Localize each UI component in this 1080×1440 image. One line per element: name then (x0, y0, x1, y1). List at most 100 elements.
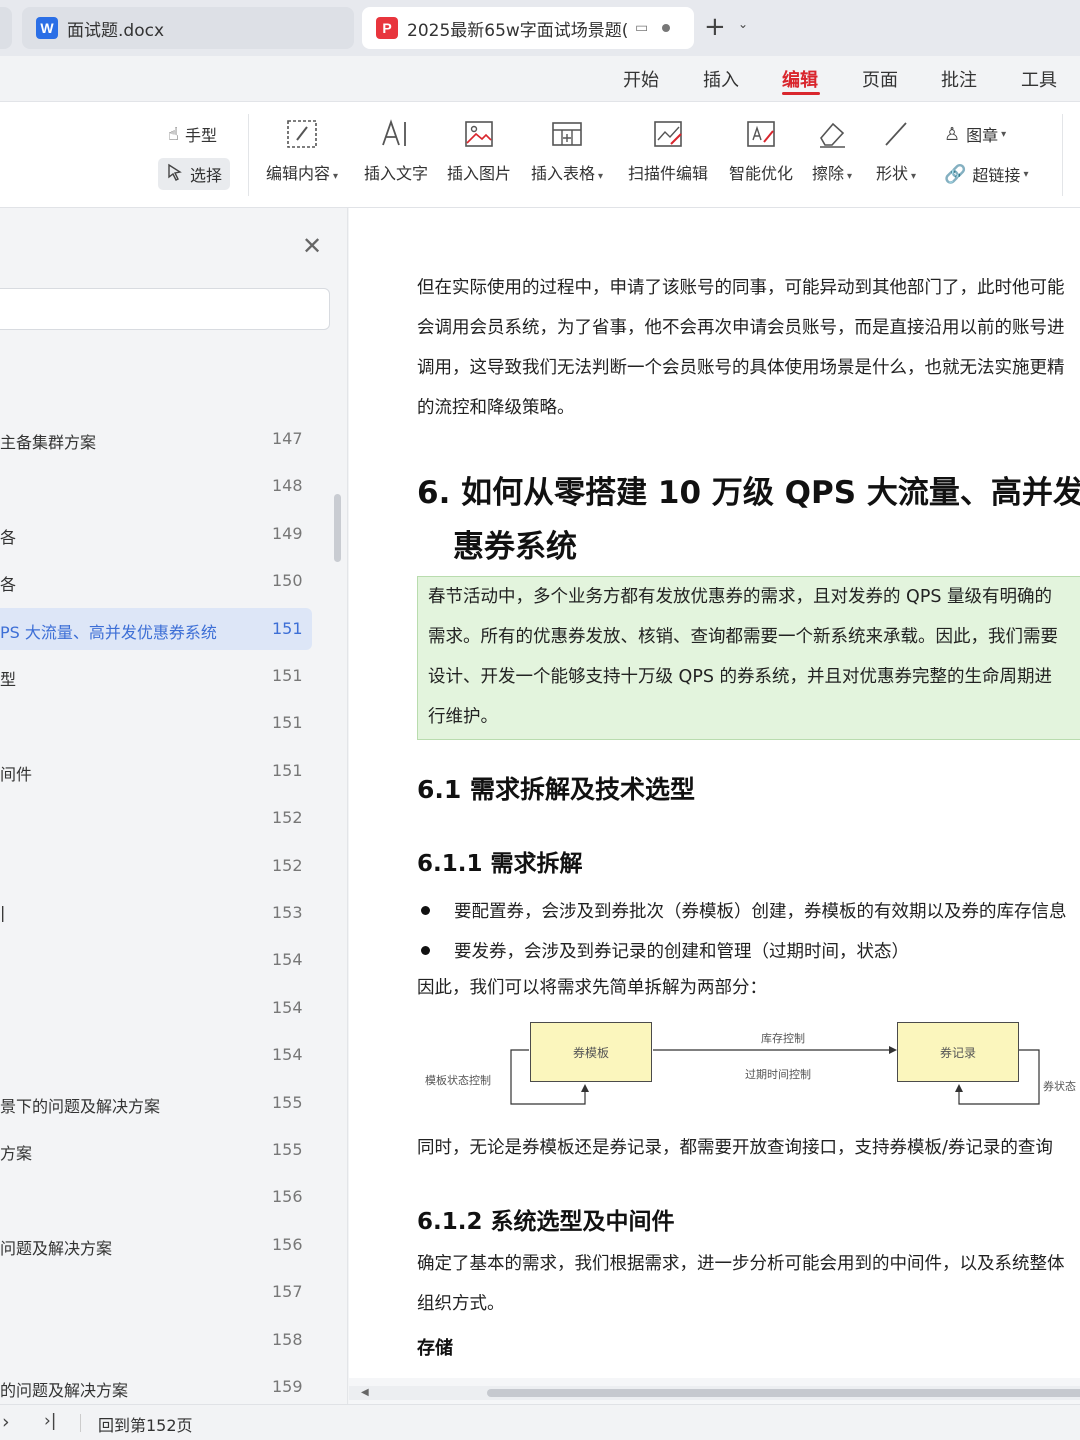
outline-item-label: 主备集群方案 (0, 433, 97, 452)
last-page-icon[interactable]: ›| (44, 1411, 57, 1431)
smart-optimize-button[interactable]: 智能优化 (729, 116, 793, 184)
outline-item-page: 148 (272, 476, 303, 496)
paragraph-line: 因此，我们可以将需求先简单拆解为两部分： (417, 978, 767, 998)
paragraph-line: 但在实际使用的过程中，申请了该账号的同事，可能异动到其他部门了，此时他可能 (417, 278, 1065, 298)
menu-comment[interactable]: 批注 (941, 66, 977, 92)
outline-item-label: 各 (0, 575, 17, 595)
outline-search-input[interactable] (0, 288, 330, 330)
outline-item-page: 151 (272, 618, 303, 638)
heading-level3: 6.1.1 需求拆解 (417, 851, 583, 877)
outline-item-label: | (0, 903, 6, 922)
eraser-icon (812, 116, 852, 152)
tab-pdf[interactable]: P 2025最新65w字面试场景题(1 ▭ (362, 7, 694, 49)
shape-label: 形状 (876, 164, 909, 183)
stamp-button[interactable]: ♙ 图章 ▾ (936, 118, 1014, 150)
tab-title: 面试题.docx (67, 20, 165, 41)
outline-item[interactable]: 主备集群方案 147 (0, 418, 312, 460)
paragraph-line: 同时，无论是券模板还是券记录，都需要开放查询接口，支持券模板/券记录的查询 (417, 1138, 1053, 1158)
outline-item[interactable]: 154 (0, 987, 312, 1029)
outline-item-label: 方案 (0, 1144, 33, 1163)
new-tab-plus-icon[interactable]: + (704, 12, 726, 42)
outline-item[interactable]: 152 (0, 845, 312, 887)
outline-item[interactable]: | 153 (0, 892, 312, 934)
shape-button[interactable]: 形状 ▾ (876, 116, 916, 184)
outline-item[interactable]: 151 (0, 702, 312, 744)
diagram-label-stock: 库存控制 (761, 1032, 805, 1045)
callout-line: 行维护。 (428, 707, 498, 727)
menu-tools[interactable]: 工具 (1021, 66, 1057, 92)
tab-list-chevron-icon[interactable]: ⌄ (738, 17, 748, 31)
select-tool-button[interactable]: 选择 (158, 158, 231, 190)
paragraph-line: 会调用会员系统，为了省事，他不会再次申请会员账号，而是直接沿用以前的账号进 (417, 318, 1065, 338)
insert-text-button[interactable]: 插入文字 (364, 116, 428, 184)
menu-bar: 开始 插入 编辑 页面 批注 工具 (0, 56, 1080, 102)
horizontal-scrollbar[interactable]: ◀ (349, 1386, 1080, 1400)
table-icon (531, 116, 603, 152)
outline-item[interactable]: 154 (0, 1034, 312, 1076)
close-icon[interactable]: ✕ (302, 234, 322, 258)
outline-item[interactable]: 问题及解决方案 156 (0, 1224, 312, 1266)
insert-table-button[interactable]: 插入表格 ▾ (531, 116, 603, 184)
erase-button[interactable]: 擦除 ▾ (812, 116, 852, 184)
bullet-text: 要配置券，会涉及到券批次（券模板）创建，券模板的有效期以及券的库存信息 (454, 902, 1067, 922)
chevron-down-icon: ▾ (911, 171, 917, 182)
menu-page[interactable]: 页面 (862, 66, 898, 92)
outline-item[interactable]: 各 149 (0, 513, 312, 555)
section-label: 存储 (417, 1338, 453, 1359)
outline-item-label: 间件 (0, 764, 33, 784)
callout-line: 春节活动中，多个业务方都有发放优惠券的需求，且对发券的 QPS 量级有明确的 (428, 587, 1053, 607)
outline-item[interactable]: 156 (0, 1176, 312, 1218)
outline-item[interactable]: PS 大流量、高并发优惠券系统 151 (0, 607, 312, 650)
back-to-page-button[interactable]: 回到第152页 (98, 1412, 193, 1436)
outline-item-page: 154 (272, 997, 303, 1017)
menu-insert[interactable]: 插入 (703, 66, 739, 92)
unsaved-dot-icon[interactable] (662, 24, 671, 32)
insert-image-button[interactable]: 插入图片 (447, 116, 511, 184)
outline-item[interactable]: 的问题及解决方案 159 (0, 1366, 312, 1404)
outline-item-page: 151 (272, 666, 303, 685)
hand-tool-label: 手型 (184, 126, 217, 145)
outline-item[interactable]: 景下的问题及解决方案 155 (0, 1082, 312, 1124)
chevron-down-icon: ▾ (847, 171, 853, 182)
outline-item[interactable]: 间件 151 (0, 750, 312, 792)
edit-content-button[interactable]: 编辑内容 ▾ (266, 116, 338, 184)
highlight-callout: 春节活动中，多个业务方都有发放优惠券的需求，且对发券的 QPS 量级有明确的 需… (417, 576, 1080, 740)
hand-tool-button[interactable]: ☝ 手型 (160, 118, 225, 150)
menu-start[interactable]: 开始 (623, 66, 659, 92)
insert-text-icon (364, 116, 428, 152)
horizontal-scroll-thumb[interactable] (487, 1389, 1080, 1397)
tab-title: 2025最新65w字面试场景题(1 (407, 20, 629, 41)
outline-item[interactable]: 型 151 (0, 655, 312, 697)
menu-edit[interactable]: 编辑 (782, 66, 818, 92)
stamp-icon: ♙ (944, 123, 961, 145)
heading-level2: 6.1 需求拆解及技术选型 (417, 775, 695, 804)
bullet-text: 要发券，会涉及到券记录的创建和管理（过期时间，状态） (454, 942, 909, 962)
outline-item[interactable]: 152 (0, 797, 312, 839)
monitor-icon[interactable]: ▭ (635, 20, 648, 36)
sidebar-scrollbar[interactable] (334, 494, 341, 562)
tab-hidden[interactable] (0, 7, 12, 49)
outline-item-label: 景下的问题及解决方案 (0, 1096, 161, 1116)
outline-item[interactable]: 148 (0, 465, 312, 507)
next-page-icon[interactable]: › (2, 1411, 10, 1433)
scroll-left-icon[interactable]: ◀ (361, 1386, 369, 1400)
outline-item-page: 151 (272, 713, 303, 733)
callout-line: 需求。所有的优惠券发放、核销、查询都需要一个新系统来承载。因此，我们需要 (428, 627, 1058, 647)
outline-item[interactable]: 157 (0, 1271, 312, 1313)
outline-item[interactable]: 方案 155 (0, 1129, 312, 1171)
tab-docx[interactable]: W 面试题.docx (22, 7, 354, 49)
document-view: 但在实际使用的过程中，申请了该账号的同事，可能异动到其他部门了，此时他可能 会调… (349, 208, 1080, 1404)
outline-item-page: 156 (272, 1234, 303, 1254)
outline-item-page: 152 (272, 855, 303, 875)
outline-sidebar: ✕ 主备集群方案 147 148 各 149 各 150 PS 大流量、高并发优惠券系统 151… (0, 208, 348, 1404)
outline-item-label: 型 (0, 670, 17, 689)
hyperlink-button[interactable]: 🔗 超链接 ▾ (936, 158, 1036, 190)
outline-item[interactable]: 各 150 (0, 560, 312, 602)
ribbon-separator (248, 114, 249, 196)
status-bar: › ›| 回到第152页 (0, 1404, 1080, 1440)
outline-item[interactable]: 158 (0, 1319, 312, 1361)
edit-content-icon (266, 116, 338, 152)
scan-edit-button[interactable]: 扫描件编辑 (628, 116, 708, 184)
outline-item-page: 154 (272, 1045, 303, 1065)
outline-item[interactable]: 154 (0, 939, 312, 981)
